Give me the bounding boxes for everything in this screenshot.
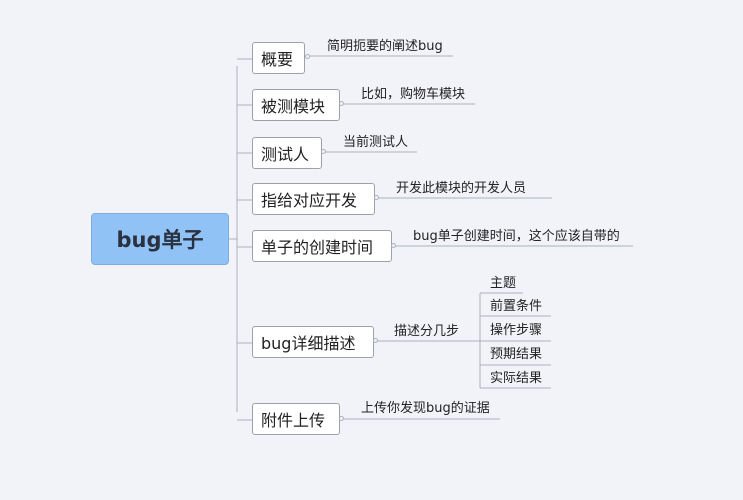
branch-node-attachment[interactable]: 附件上传 bbox=[252, 403, 340, 435]
collapse-dot[interactable] bbox=[391, 243, 396, 248]
branch-node-developer[interactable]: 指给对应开发 bbox=[252, 183, 375, 215]
collapse-dot[interactable] bbox=[339, 416, 344, 421]
branch-node-summary[interactable]: 概要 bbox=[252, 42, 305, 74]
desc-developer[interactable]: 开发此模块的开发人员 bbox=[396, 181, 526, 197]
leaf-precondition[interactable]: 前置条件 bbox=[490, 299, 542, 315]
collapse-dot[interactable] bbox=[374, 195, 379, 200]
leaf-actual[interactable]: 实际结果 bbox=[490, 371, 542, 387]
mindmap-canvas: bug单子 概要 简明扼要的阐述bug 被测模块 比如，购物车模块 测试人 当前… bbox=[0, 0, 743, 500]
desc-summary[interactable]: 简明扼要的阐述bug bbox=[327, 39, 443, 55]
desc-attachment[interactable]: 上传你发现bug的证据 bbox=[361, 401, 490, 417]
collapse-dot[interactable] bbox=[321, 149, 326, 154]
leaf-subject[interactable]: 主题 bbox=[490, 276, 516, 292]
leaf-expected[interactable]: 预期结果 bbox=[490, 347, 542, 363]
collapse-dot[interactable] bbox=[305, 54, 310, 59]
branch-node-created-time[interactable]: 单子的创建时间 bbox=[252, 230, 392, 262]
desc-tester[interactable]: 当前测试人 bbox=[343, 135, 408, 151]
collapse-dot[interactable] bbox=[373, 338, 378, 343]
desc-details[interactable]: 描述分几步 bbox=[394, 324, 459, 340]
desc-module[interactable]: 比如，购物车模块 bbox=[361, 87, 465, 103]
leaf-steps[interactable]: 操作步骤 bbox=[490, 323, 542, 339]
branch-node-tester[interactable]: 测试人 bbox=[252, 137, 322, 169]
root-node[interactable]: bug单子 bbox=[91, 213, 229, 265]
desc-created-time[interactable]: bug单子创建时间，这个应该自带的 bbox=[413, 229, 620, 245]
collapse-dot[interactable] bbox=[339, 101, 344, 106]
branch-node-module[interactable]: 被测模块 bbox=[252, 89, 340, 121]
branch-node-details[interactable]: bug详细描述 bbox=[252, 326, 374, 358]
